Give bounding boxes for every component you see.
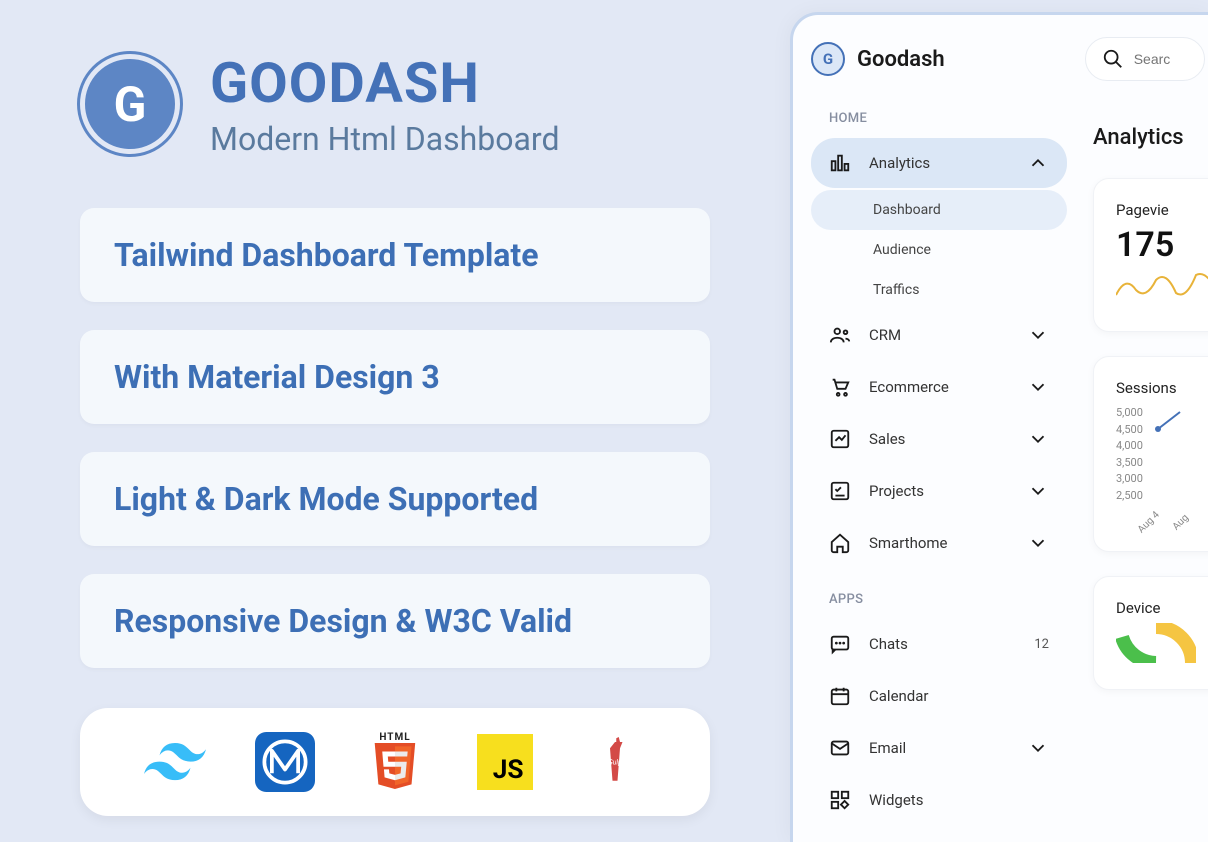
sidebar-nav: HOME Analytics Dashboard Audience Traffi… [811,111,1091,825]
section-home: HOME [811,111,1091,126]
checklist-icon [829,480,851,502]
feature-2: With Material Design 3 [80,330,710,424]
chevron-down-icon [1027,428,1049,450]
feature-3: Light & Dark Mode Supported [80,452,710,546]
bar-chart-icon [829,152,851,174]
sessions-card[interactable]: Sessions 5,000 4,500 4,000 3,500 3,000 2… [1093,356,1208,552]
topbar: G Goodash [811,37,1208,81]
brand[interactable]: G Goodash [811,42,945,76]
sessions-label: Sessions [1116,379,1208,397]
chats-badge: 12 [1034,637,1049,652]
nav-widgets[interactable]: Widgets [811,775,1067,825]
widgets-icon [829,789,851,811]
chevron-up-icon [1027,152,1049,174]
chevron-down-icon [1027,376,1049,398]
subnav-dashboard[interactable]: Dashboard [811,190,1067,230]
pageviews-card[interactable]: Pagevie 175 [1093,178,1208,332]
feature-4: Responsive Design & W3C Valid [80,574,710,668]
content-area: Analytics Pagevie 175 Sessions 5,000 4,5… [1093,125,1208,714]
nav-label: Projects [869,482,924,500]
nav-label: CRM [869,326,901,344]
nav-calendar[interactable]: Calendar [811,671,1067,721]
html5-icon: HTML [363,730,427,794]
pageviews-sparkline [1116,265,1208,305]
sessions-xticks: Aug 4 Aug [1136,510,1208,529]
chat-icon [829,633,851,655]
chevron-down-icon [1027,324,1049,346]
search-box[interactable] [1085,37,1205,81]
subnav-traffics[interactable]: Traffics [811,270,1067,310]
nav-smarthome[interactable]: Smarthome [811,518,1067,568]
promo-subtitle: Modern Html Dashboard [210,120,560,158]
nav-label: Sales [869,430,905,448]
material-icon [253,730,317,794]
sessions-chart [1152,404,1208,434]
nav-sales[interactable]: Sales [811,414,1067,464]
promo-logo: G [80,54,180,154]
chevron-down-icon [1027,737,1049,759]
gulp-icon: Gulp [583,730,647,794]
nav-projects[interactable]: Projects [811,466,1067,516]
pageviews-value: 175 [1116,225,1208,265]
chevron-down-icon [1027,532,1049,554]
search-input[interactable] [1134,51,1194,67]
promo-title: GOODASH [210,50,560,116]
nav-label: Ecommerce [869,378,949,396]
section-apps: APPS [811,592,1091,607]
dashboard-preview: G Goodash HOME Analytics Dash [790,12,1208,842]
svg-text:JS: JS [493,755,524,785]
js-icon: JS [473,730,537,794]
promo-panel: G GOODASH Modern Html Dashboard Tailwind… [0,0,790,840]
chevron-down-icon [1027,480,1049,502]
tailwind-icon [143,730,207,794]
nav-crm[interactable]: CRM [811,310,1067,360]
cart-icon [829,376,851,398]
nav-label: Analytics [869,154,930,172]
subnav-audience[interactable]: Audience [811,230,1067,270]
promo-header: G GOODASH Modern Html Dashboard [80,50,710,158]
nav-chats[interactable]: Chats 12 [811,619,1067,669]
nav-label: Email [869,739,906,757]
device-donut [1116,623,1196,663]
nav-label: Chats [869,635,908,653]
search-icon [1102,48,1124,70]
nav-label: Widgets [869,791,923,809]
nav-analytics[interactable]: Analytics [811,138,1067,188]
trend-up-icon [829,428,851,450]
page-title: Analytics [1093,125,1208,150]
nav-email[interactable]: Email [811,723,1067,773]
device-card[interactable]: Device [1093,576,1208,690]
brand-name: Goodash [857,47,945,72]
svg-text:Gulp: Gulp [608,759,622,767]
feature-1: Tailwind Dashboard Template [80,208,710,302]
pageviews-label: Pagevie [1116,201,1208,219]
tech-stack-row: HTML JS Gulp [80,708,710,816]
calendar-icon [829,685,851,707]
promo-heading: GOODASH Modern Html Dashboard [210,50,560,158]
brand-logo: G [811,42,845,76]
home-icon [829,532,851,554]
people-icon [829,324,851,346]
nav-ecommerce[interactable]: Ecommerce [811,362,1067,412]
device-label: Device [1116,599,1208,617]
nav-label: Calendar [869,687,929,705]
mail-icon [829,737,851,759]
nav-label: Smarthome [869,534,948,552]
